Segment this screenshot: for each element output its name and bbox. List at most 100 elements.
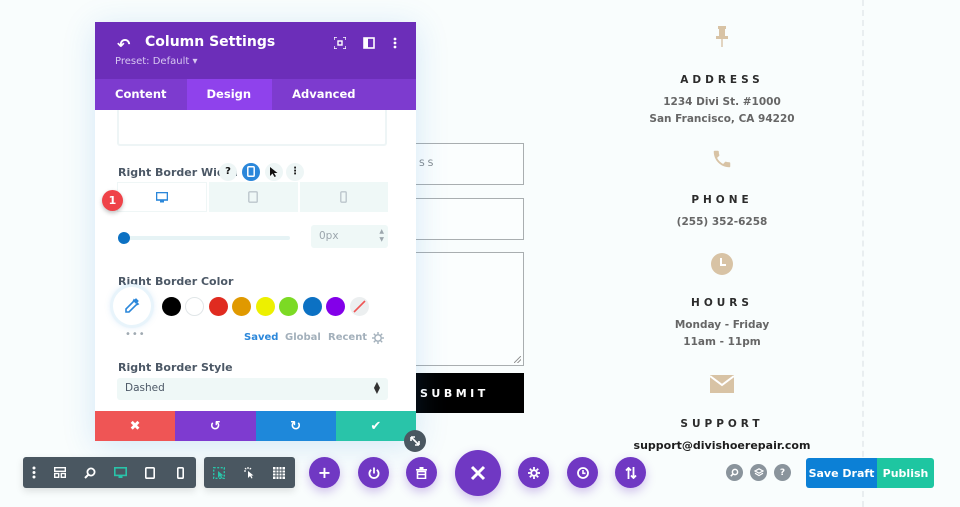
undo-button[interactable]: ↺: [175, 411, 256, 441]
border-style-select[interactable]: Dashed ▲ ▼: [117, 378, 388, 400]
hours-heading: HOURS: [691, 297, 753, 309]
device-tab-desktop[interactable]: [117, 182, 208, 212]
field-more-icon[interactable]: ⋮: [286, 163, 304, 181]
history-clock-icon: [576, 466, 589, 479]
border-style-label: Right Border Style: [118, 361, 233, 374]
hours-days: Monday - Friday: [674, 319, 770, 331]
fullscreen-icon[interactable]: [333, 36, 347, 51]
panel-more-icon[interactable]: [388, 37, 402, 51]
power-download-icon: [368, 467, 379, 479]
swatch-white[interactable]: [185, 297, 204, 316]
back-arrow-icon[interactable]: ↶: [117, 35, 130, 54]
tab-design[interactable]: Design: [186, 79, 273, 110]
portability-button[interactable]: [358, 457, 389, 488]
phone-heading: PHONE: [691, 194, 753, 206]
save-draft-button[interactable]: Save Draft: [806, 458, 877, 488]
tablet-icon: [248, 191, 259, 203]
close-icon: ✖: [129, 418, 141, 434]
view-toolbar: [23, 457, 196, 488]
swatch-yellow[interactable]: [256, 297, 275, 316]
textarea-resize-grip[interactable]: [514, 356, 521, 363]
clear-layout-button[interactable]: [406, 457, 437, 488]
click-mode-icon[interactable]: [234, 457, 264, 488]
hours-times: 11am - 11pm: [683, 336, 761, 348]
support-email[interactable]: support@divishoerepair.com: [622, 437, 822, 454]
hover-cursor-icon[interactable]: [265, 163, 283, 181]
stepper-arrows-icon[interactable]: ▲ ▼: [379, 228, 384, 244]
color-tab-global[interactable]: Global: [285, 332, 321, 343]
envelope-icon: [710, 375, 734, 393]
swatch-purple[interactable]: [326, 297, 345, 316]
preset-dropdown[interactable]: Preset: Default ▾: [115, 56, 197, 67]
device-tabs: [117, 182, 388, 212]
swatch-orange[interactable]: [232, 297, 251, 316]
layers-icon: [753, 468, 764, 477]
address-heading: ADDRESS: [680, 74, 764, 86]
tab-content[interactable]: Content: [95, 79, 187, 110]
border-width-input[interactable]: 0px ▲ ▼: [311, 225, 388, 248]
help-button[interactable]: ?: [774, 464, 791, 481]
border-width-slider-track[interactable]: [124, 236, 290, 240]
border-style-value: Dashed: [125, 382, 165, 394]
history-button[interactable]: [567, 457, 598, 488]
step-badge: 1: [102, 190, 123, 211]
layers-button[interactable]: [750, 464, 767, 481]
more-colors-icon[interactable]: •••: [125, 329, 146, 340]
panel-tabs: Content Design Advanced: [95, 79, 416, 110]
edit-mode-toolbar: [204, 457, 295, 488]
swatch-none[interactable]: [350, 297, 369, 316]
hours-block: HOURS Monday - Friday 11am - 11pm: [622, 253, 822, 351]
panel-header: ↶ Column Settings Preset: Default ▾: [95, 22, 416, 79]
toolbar-more-icon[interactable]: [23, 457, 45, 488]
resize-diagonal-icon: [410, 436, 420, 446]
select-mode-icon[interactable]: [204, 457, 234, 488]
undo-icon: ↺: [209, 418, 221, 434]
search-button[interactable]: [726, 464, 743, 481]
split-view-icon[interactable]: [362, 37, 376, 51]
plus-icon: +: [317, 463, 332, 482]
color-tab-recent[interactable]: Recent: [328, 332, 367, 343]
responsive-toggle-icon[interactable]: [242, 163, 260, 181]
page-settings-button[interactable]: [518, 457, 549, 488]
border-color-label: Right Border Color: [118, 275, 234, 288]
sort-button[interactable]: [615, 457, 646, 488]
panel-footer: ✖ ↺ ↻ ✔: [95, 411, 416, 441]
previous-field-stub: [117, 110, 387, 146]
color-tab-saved[interactable]: Saved: [244, 332, 278, 343]
swatch-black[interactable]: [162, 297, 181, 316]
zoom-view-icon[interactable]: [75, 457, 105, 488]
phone-block: PHONE (255) 352-6258: [622, 148, 822, 231]
column-settings-panel: ↶ Column Settings Preset: Default ▾ Cont…: [95, 22, 416, 441]
tab-advanced[interactable]: Advanced: [272, 79, 375, 110]
redo-button[interactable]: ↻: [255, 411, 336, 441]
swatch-red[interactable]: [209, 297, 228, 316]
swatch-green[interactable]: [279, 297, 298, 316]
phone-view-icon[interactable]: [165, 457, 195, 488]
add-button[interactable]: +: [309, 457, 340, 488]
publish-button[interactable]: Publish: [877, 458, 934, 488]
trash-icon: [416, 466, 427, 479]
border-width-value: 0px: [319, 230, 339, 242]
grid-mode-icon[interactable]: [264, 457, 294, 488]
close-builder-button[interactable]: [455, 450, 501, 496]
device-tab-phone[interactable]: [299, 182, 388, 212]
eyedropper-button[interactable]: [113, 287, 151, 325]
address-block: ADDRESS 1234 Divi St. #1000 San Francisc…: [622, 26, 822, 128]
wireframe-view-icon[interactable]: [45, 457, 75, 488]
cancel-button[interactable]: ✖: [95, 411, 176, 441]
panel-resize-handle[interactable]: [404, 430, 426, 452]
device-tab-tablet[interactable]: [209, 182, 298, 212]
eyedropper-icon: [125, 298, 140, 313]
select-arrows-icon: ▲ ▼: [373, 380, 380, 395]
tablet-view-icon[interactable]: [135, 457, 165, 488]
desktop-icon: [156, 191, 169, 202]
help-icon[interactable]: ?: [219, 163, 237, 181]
color-settings-gear-icon[interactable]: [372, 329, 384, 348]
question-icon: ?: [779, 467, 786, 478]
panel-body: Right Border Width ? ⋮ 1 0px ▲ ▼ Right B…: [95, 110, 416, 410]
border-width-slider-thumb[interactable]: [118, 232, 130, 244]
close-x-icon: [470, 465, 486, 481]
clock-icon: [711, 253, 733, 275]
swatch-blue[interactable]: [303, 297, 322, 316]
desktop-view-icon[interactable]: [105, 457, 135, 488]
